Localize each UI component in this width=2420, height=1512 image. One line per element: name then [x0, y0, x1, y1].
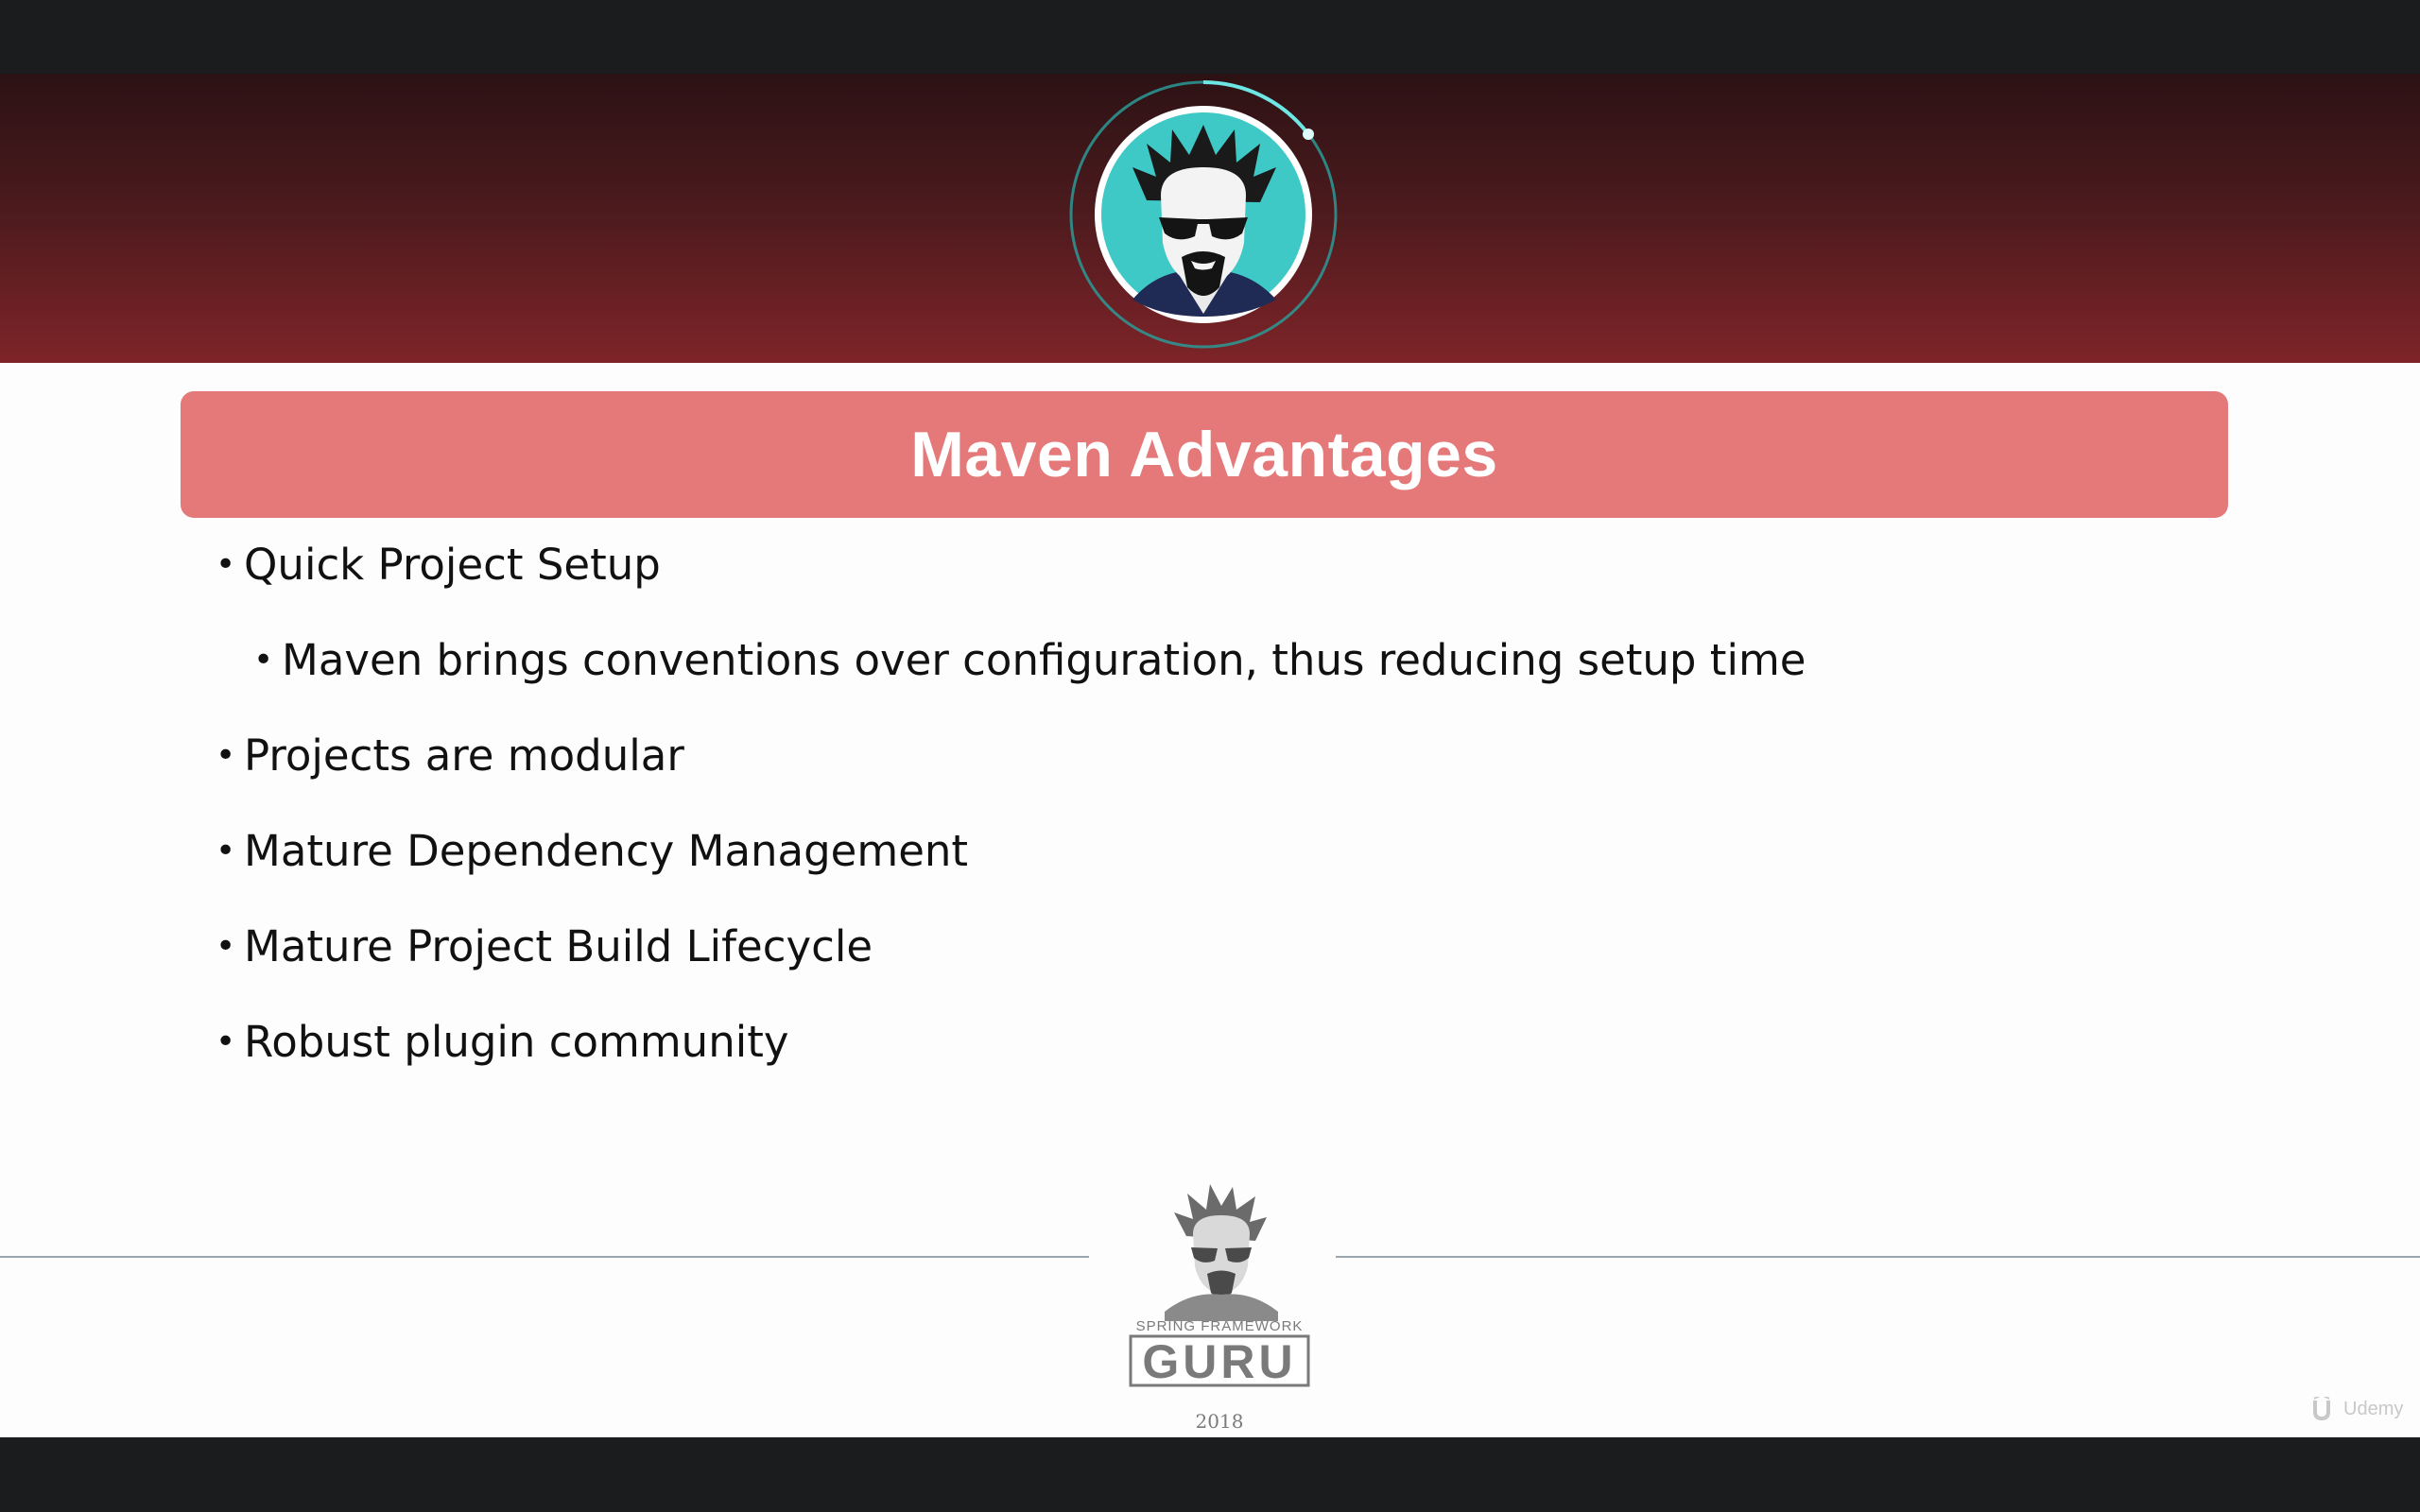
presenter-avatar: [1066, 77, 1340, 352]
presentation-slide: Maven Advantages • Quick Project Setup •…: [0, 74, 2420, 1437]
sub-bullet-item: • Maven brings conventions over configur…: [253, 632, 2201, 728]
footer-divider-left: [0, 1256, 1089, 1258]
bullet-item: • Mature Dependency Management: [216, 823, 2201, 919]
bullet-dot: •: [216, 927, 236, 966]
bullet-dot: •: [253, 641, 274, 679]
watermark-text: Udemy: [2343, 1398, 2404, 1419]
logo-top-text: SPRING FRAMEWORK: [1136, 1318, 1304, 1334]
logo-main-text: GURU: [1142, 1335, 1296, 1388]
bullet-text: Projects are modular: [244, 730, 684, 781]
footer-divider-right: [1336, 1256, 2420, 1258]
bullet-text: Maven brings conventions over configurat…: [282, 635, 1806, 685]
bullet-dot: •: [216, 736, 236, 775]
footer-year: 2018: [1195, 1410, 1244, 1433]
bullet-dot: •: [216, 832, 236, 870]
letterbox-bottom: [0, 1437, 2420, 1512]
bullet-dot: •: [216, 1022, 236, 1061]
avatar-icon: [1069, 80, 1338, 349]
slide-title-bar: Maven Advantages: [181, 391, 2228, 518]
bullet-dot: •: [216, 545, 236, 584]
bullet-text: Quick Project Setup: [244, 540, 661, 590]
video-frame: Maven Advantages • Quick Project Setup •…: [0, 0, 2420, 1512]
udemy-watermark: Udemy: [2311, 1397, 2403, 1421]
bullet-item: • Mature Project Build Lifecycle: [216, 919, 2201, 1014]
bullet-item: • Projects are modular: [216, 728, 2201, 823]
udemy-logo-icon: [2313, 1397, 2330, 1421]
slide-title: Maven Advantages: [910, 419, 1498, 490]
bullet-text: Robust plugin community: [244, 1017, 789, 1067]
bullet-text: Mature Project Build Lifecycle: [244, 921, 873, 971]
bullet-item: • Quick Project Setup: [216, 537, 2201, 632]
bullet-item: • Robust plugin community: [216, 1014, 2201, 1109]
bullet-list: • Quick Project Setup • Maven brings con…: [216, 537, 2201, 1109]
spring-framework-guru-logo: SPRING FRAMEWORK GURU: [1115, 1179, 1323, 1397]
letterbox-top: [0, 0, 2420, 74]
bullet-text: Mature Dependency Management: [244, 826, 969, 876]
guru-logo-icon: SPRING FRAMEWORK GURU: [1129, 1184, 1310, 1388]
